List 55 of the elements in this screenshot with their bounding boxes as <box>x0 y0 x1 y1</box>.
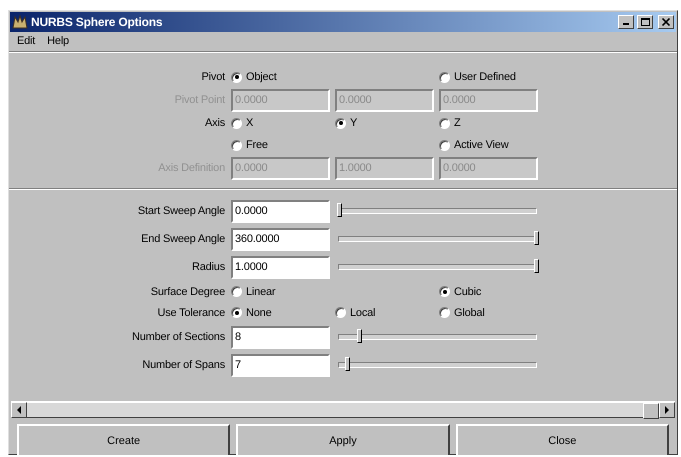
radio-option[interactable]: Global <box>439 306 485 318</box>
app-icon <box>12 15 28 29</box>
maximize-icon <box>640 18 650 26</box>
field-label: Start Sweep Angle <box>138 205 225 217</box>
input-field: 0.0000 <box>335 88 434 112</box>
menu-item[interactable]: Help <box>47 35 69 49</box>
radio-option[interactable]: User Defined <box>439 71 516 83</box>
minimize-button[interactable] <box>618 15 634 29</box>
radio-option[interactable]: Y <box>335 117 358 129</box>
radio-option[interactable]: Z <box>439 117 461 129</box>
slider-thumb[interactable] <box>344 357 350 371</box>
input-field[interactable]: 7 <box>231 354 330 376</box>
slider-thumb[interactable] <box>534 259 539 273</box>
radio-option[interactable]: Active View <box>439 139 508 151</box>
radio-option[interactable]: Free <box>231 139 268 151</box>
right-arrow-icon <box>664 406 670 414</box>
radio-option[interactable]: Local <box>335 306 376 318</box>
close-button[interactable] <box>658 15 674 29</box>
dialog-button[interactable]: Apply <box>236 424 450 455</box>
field-label: Axis <box>205 117 225 129</box>
scroll-right-button[interactable] <box>659 402 675 418</box>
input-field[interactable]: 360.0000 <box>231 228 330 250</box>
field-label: Number of Spans <box>142 359 225 371</box>
left-arrow-icon <box>16 406 22 414</box>
menu-item[interactable]: Edit <box>17 35 36 49</box>
input-field: 0.0000 <box>439 156 538 180</box>
field-label: Number of Sections <box>132 331 225 343</box>
input-field: 0.0000 <box>231 88 330 112</box>
slider-thumb[interactable] <box>534 231 539 245</box>
radio-option[interactable]: Linear <box>231 286 276 298</box>
scrollbar-thumb[interactable] <box>643 403 659 419</box>
minimize-icon <box>623 23 629 25</box>
radio-option[interactable]: Cubic <box>439 286 482 298</box>
radio-option[interactable]: None <box>231 306 272 318</box>
maximize-button[interactable] <box>637 15 653 29</box>
radio-option[interactable]: Object <box>231 71 277 83</box>
input-field[interactable]: 0.0000 <box>231 200 330 222</box>
input-field: 0.0000 <box>231 156 330 180</box>
close-icon <box>662 18 670 26</box>
input-field[interactable]: 1.0000 <box>231 256 330 278</box>
dialog-button[interactable]: Close <box>456 424 669 455</box>
slider-thumb[interactable] <box>356 329 362 343</box>
window-title: NURBS Sphere Options <box>31 15 164 29</box>
input-field[interactable]: 8 <box>231 326 330 348</box>
dialog-button[interactable]: Create <box>17 424 230 455</box>
slider-thumb[interactable] <box>337 203 342 217</box>
input-field: 1.0000 <box>335 156 434 180</box>
input-field: 0.0000 <box>439 88 538 112</box>
radio-option[interactable]: X <box>231 117 254 129</box>
field-label: Use Tolerance <box>157 306 225 318</box>
field-label: End Sweep Angle <box>141 233 225 245</box>
field-label: Surface Degree <box>150 286 225 298</box>
field-label: Pivot <box>202 71 225 83</box>
field-label: Radius <box>192 261 225 273</box>
scroll-left-button[interactable] <box>11 402 27 418</box>
